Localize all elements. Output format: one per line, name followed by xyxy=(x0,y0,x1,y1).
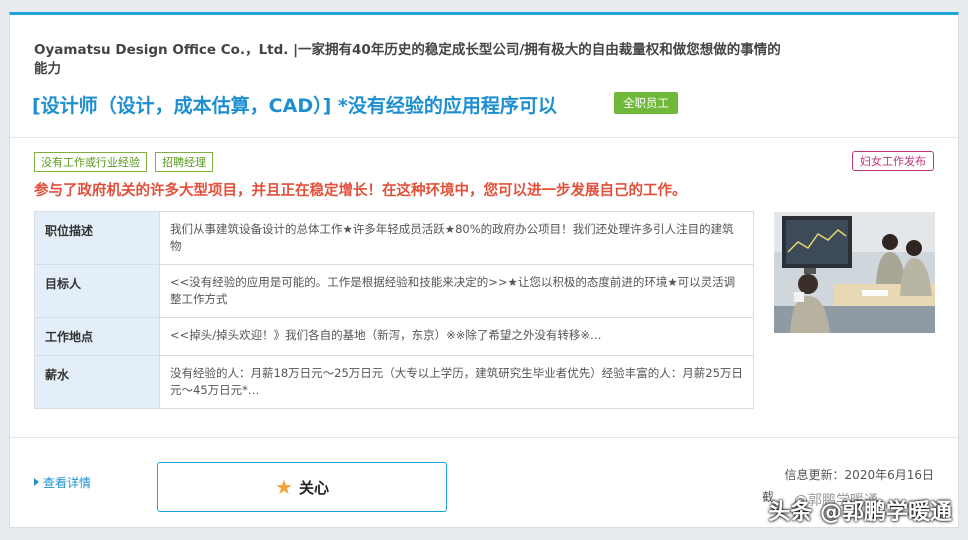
row-value: <<掉头/掉头欢迎！》我们各自的基地（新泻，东京）※※除了希望之外没有转移※… xyxy=(159,317,754,356)
view-details-link[interactable]: 查看详情 xyxy=(34,474,91,491)
row-label: 工作地点 xyxy=(34,317,160,356)
row-value: 没有经验的人：月薪18万日元〜25万日元（大专以上学历，建筑研究生毕业者优先）经… xyxy=(159,355,754,409)
tag-women-job: 妇女工作发布 xyxy=(852,151,934,171)
star-icon: ★ xyxy=(275,475,293,499)
catch-copy: 参与了政府机关的许多大型项目，并且正在稳定增长！在这种环境中，您可以进一步发展自… xyxy=(34,183,687,199)
interest-button-label: 关心 xyxy=(298,478,329,497)
office-photo-illustration xyxy=(774,212,935,333)
job-title[interactable]: [设计师（设计，成本估算，CAD）] *没有经验的应用程序可以 xyxy=(32,91,557,118)
interest-button[interactable]: ★ 关心 xyxy=(157,462,447,512)
table-row: 目标人 <<没有经验的应用是可能的。工作是根据经验和技能来决定的>>★让您以积极… xyxy=(34,264,754,318)
row-label: 目标人 xyxy=(34,264,160,318)
row-label: 薪水 xyxy=(34,355,160,409)
table-row: 工作地点 <<掉头/掉头欢迎！》我们各自的基地（新泻，东京）※※除了希望之外没有… xyxy=(34,317,754,356)
updated-date: 信息更新：2020年6月16日 xyxy=(784,468,934,482)
job-header: Oyamatsu Design Office Co.，Ltd. |一家拥有40年… xyxy=(10,15,958,138)
row-value: 我们从事建筑设备设计的总体工作★许多年轻成员活跃★80%的政府办公项目！我们还处… xyxy=(159,211,754,265)
row-label: 职位描述 xyxy=(34,211,160,265)
row-value: <<没有经验的应用是可能的。工作是根据经验和技能来决定的>>★让您以积极的态度前… xyxy=(159,264,754,318)
toutiao-watermark: 头条 @郭鹏学暖通 xyxy=(768,500,952,525)
job-info-table: 职位描述 我们从事建筑设备设计的总体工作★许多年轻成员活跃★80%的政府办公项目… xyxy=(34,211,754,409)
tag-list: 没有工作或行业经验 招聘经理 xyxy=(34,151,216,172)
table-row: 薪水 没有经验的人：月薪18万日元〜25万日元（大专以上学历，建筑研究生毕业者优… xyxy=(34,355,754,409)
table-row: 职位描述 我们从事建筑设备设计的总体工作★许多年轻成员活跃★80%的政府办公项目… xyxy=(34,211,754,265)
job-card: Oyamatsu Design Office Co.，Ltd. |一家拥有40年… xyxy=(9,12,959,528)
tag-no-experience: 没有工作或行业经验 xyxy=(34,152,147,172)
view-details-label: 查看详情 xyxy=(43,476,92,490)
triangle-right-icon xyxy=(34,478,39,486)
tag-hiring-manager: 招聘经理 xyxy=(155,152,214,172)
office-photo xyxy=(774,212,935,333)
company-name[interactable]: Oyamatsu Design Office Co.，Ltd. |一家拥有40年… xyxy=(34,41,794,79)
employment-type-badge: 全职员工 xyxy=(614,92,678,114)
